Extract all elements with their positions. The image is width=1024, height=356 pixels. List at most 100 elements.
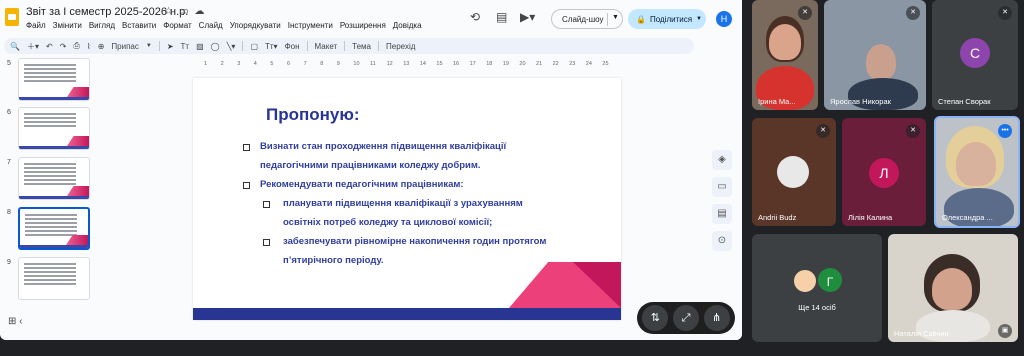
sub-bullet-text: планувати підвищення кваліфікації з урах…	[283, 198, 523, 209]
text-format-icon[interactable]: Tт▾	[265, 42, 278, 51]
ruler-tick: 1	[204, 61, 208, 67]
ruler-tick: 2	[220, 61, 224, 67]
theme-button[interactable]: Тема	[352, 42, 371, 51]
slide-thumbnail[interactable]	[18, 207, 90, 250]
title-icons: ☆▭☁	[164, 6, 210, 17]
ruler-tick: 17	[469, 61, 476, 67]
redo-icon[interactable]: ↷	[60, 42, 67, 51]
toolbar: 🔍 ＋▾ ↶ ↷ ⎙ ⌇ ⊕ Припас ▼ ➤ Tт ▨ ◯ ╲▾ ▢ Tт…	[4, 38, 694, 54]
participant-avatar: С	[960, 38, 990, 68]
mic-off-icon: ✕	[906, 6, 920, 20]
participant-face	[769, 24, 801, 60]
zoom-icon[interactable]: ⊕	[98, 42, 105, 51]
participant-tile[interactable]: ✕ Ірина Ма...	[752, 0, 818, 110]
filmstrip-item[interactable]: 7	[0, 157, 98, 203]
menu-edit[interactable]: Змінити	[53, 21, 82, 30]
ruler-tick: 14	[419, 61, 426, 67]
pip-icon[interactable]: ▣	[998, 324, 1012, 338]
slide-thumbnail[interactable]	[18, 157, 90, 200]
settings-icon[interactable]: ⊙	[712, 231, 732, 251]
menu-tools[interactable]: Інструменти	[288, 21, 333, 30]
menu-insert[interactable]: Вставити	[122, 21, 156, 30]
participant-face	[866, 44, 896, 80]
keep-icon[interactable]: ◈	[712, 150, 732, 170]
participant-tile[interactable]: ✕ Ярослав Никорак	[824, 0, 926, 110]
sub-bullet-text: забезпечувати рівномірне накопичення год…	[283, 236, 547, 247]
sub-bullet-text: освітніх потреб коледжу та циклової комі…	[283, 217, 493, 228]
bullet-square-icon	[243, 182, 250, 189]
slideshow-button[interactable]: Слайд-шоу ▼	[551, 9, 623, 29]
participant-tile[interactable]: Л ✕ Лілія Калина	[842, 118, 926, 226]
floating-controls: ⇅ ⤢ ⋔	[637, 302, 735, 334]
menu-help[interactable]: Довідка	[393, 21, 422, 30]
slide-title[interactable]: Пропоную:	[266, 105, 360, 125]
assign-dropdown[interactable]: Припас	[111, 42, 138, 51]
comment-add-icon[interactable]: ▢	[250, 42, 258, 51]
cloud-status-icon[interactable]: ☁	[194, 6, 210, 17]
comment-icon[interactable]: ▤	[496, 10, 507, 24]
swap-icon[interactable]: ⇅	[642, 305, 669, 331]
menu-file[interactable]: Файл	[26, 21, 46, 30]
grid-view-icon[interactable]: ⊞ ‹	[8, 316, 23, 327]
slide-thumbnail[interactable]	[18, 58, 90, 101]
undo-icon[interactable]: ↶	[46, 42, 53, 51]
filmstrip-item[interactable]: 9	[0, 257, 98, 303]
menu-arrange[interactable]: Упорядкувати	[230, 21, 281, 30]
text-box-icon[interactable]: Tт	[181, 42, 190, 51]
participant-face	[956, 142, 996, 186]
chevron-down-icon[interactable]: ▼	[696, 16, 702, 22]
speaker-notes-icon[interactable]: ▤	[712, 204, 732, 224]
bullet-square-icon	[263, 201, 270, 208]
history-icon[interactable]: ⟲	[470, 10, 480, 24]
line-icon[interactable]: ╲▾	[227, 42, 236, 51]
participant-name: Лілія Калина	[848, 213, 893, 222]
search-menus-icon[interactable]: 🔍	[10, 42, 20, 51]
bullet-text: Рекомендувати педагогічним працівникам:	[260, 179, 464, 190]
slide-number: 7	[7, 159, 11, 166]
filmstrip-item[interactable]: 5	[0, 58, 98, 104]
paint-format-icon[interactable]: ⌇	[87, 42, 91, 51]
participant-tile[interactable]: ✕ Andrii Budz	[752, 118, 836, 226]
meet-icon[interactable]: ▶▾	[520, 10, 535, 24]
select-icon[interactable]: ➤	[167, 42, 174, 51]
chevron-down-icon[interactable]: ▼	[612, 14, 619, 21]
participant-tile[interactable]: С ✕ Степан Сворак	[932, 0, 1018, 110]
shape-icon[interactable]: ◯	[211, 42, 220, 51]
background-button[interactable]: Фон	[285, 42, 300, 51]
mic-off-icon: ✕	[798, 6, 812, 20]
participant-avatar: Л	[869, 158, 899, 188]
bullet-square-icon	[263, 239, 270, 246]
menu-view[interactable]: Вигляд	[89, 21, 115, 30]
filmstrip-item[interactable]: 6	[0, 107, 98, 153]
user-avatar[interactable]: Н	[716, 11, 732, 27]
menu-format[interactable]: Формат	[163, 21, 191, 30]
new-slide-icon[interactable]: ＋▾	[27, 41, 39, 52]
chevron-down-icon[interactable]: ▼	[146, 43, 152, 49]
share-button[interactable]: 🔒 Поділитися ▼	[628, 9, 706, 29]
ruler-tick: 24	[585, 61, 592, 67]
image-icon[interactable]: ▨	[196, 42, 204, 51]
fullscreen-icon[interactable]: ⤢	[672, 305, 699, 331]
horizontal-ruler: 1 2 3 4 5 6 7 8 9 10 11 12 13 14 15 16 17 18 19 20 21 22 23 24 2…	[190, 60, 622, 70]
folder-icon[interactable]: ▭	[712, 177, 732, 197]
share-icon[interactable]: ⋔	[703, 305, 730, 331]
more-participants-tile[interactable]: Г Ще 14 осіб	[752, 234, 882, 342]
slide-thumbnail[interactable]	[18, 257, 90, 300]
move-folder-icon[interactable]: ▭	[179, 6, 194, 17]
star-icon[interactable]: ☆	[164, 6, 179, 17]
participant-tile-speaking[interactable]: ••• Олександра ...	[934, 116, 1020, 228]
slides-logo-icon[interactable]	[5, 8, 19, 26]
divider	[607, 13, 608, 26]
filmstrip-item-selected[interactable]: 8	[0, 207, 98, 253]
print-icon[interactable]: ⎙	[73, 41, 79, 51]
layout-button[interactable]: Макет	[315, 42, 338, 51]
divider	[378, 41, 380, 51]
menu-slide[interactable]: Слайд	[199, 21, 223, 30]
participant-tile[interactable]: Наталія Савчин ▣	[888, 234, 1018, 342]
slide-thumbnail[interactable]	[18, 107, 90, 150]
bullet-text: Визнати стан проходження підвищення квал…	[260, 141, 507, 152]
current-slide[interactable]: Пропоную: Визнати стан проходження підви…	[193, 78, 621, 320]
participant-avatar	[792, 268, 818, 294]
menu-extensions[interactable]: Розширення	[340, 21, 386, 30]
transition-button[interactable]: Перехід	[386, 42, 415, 51]
